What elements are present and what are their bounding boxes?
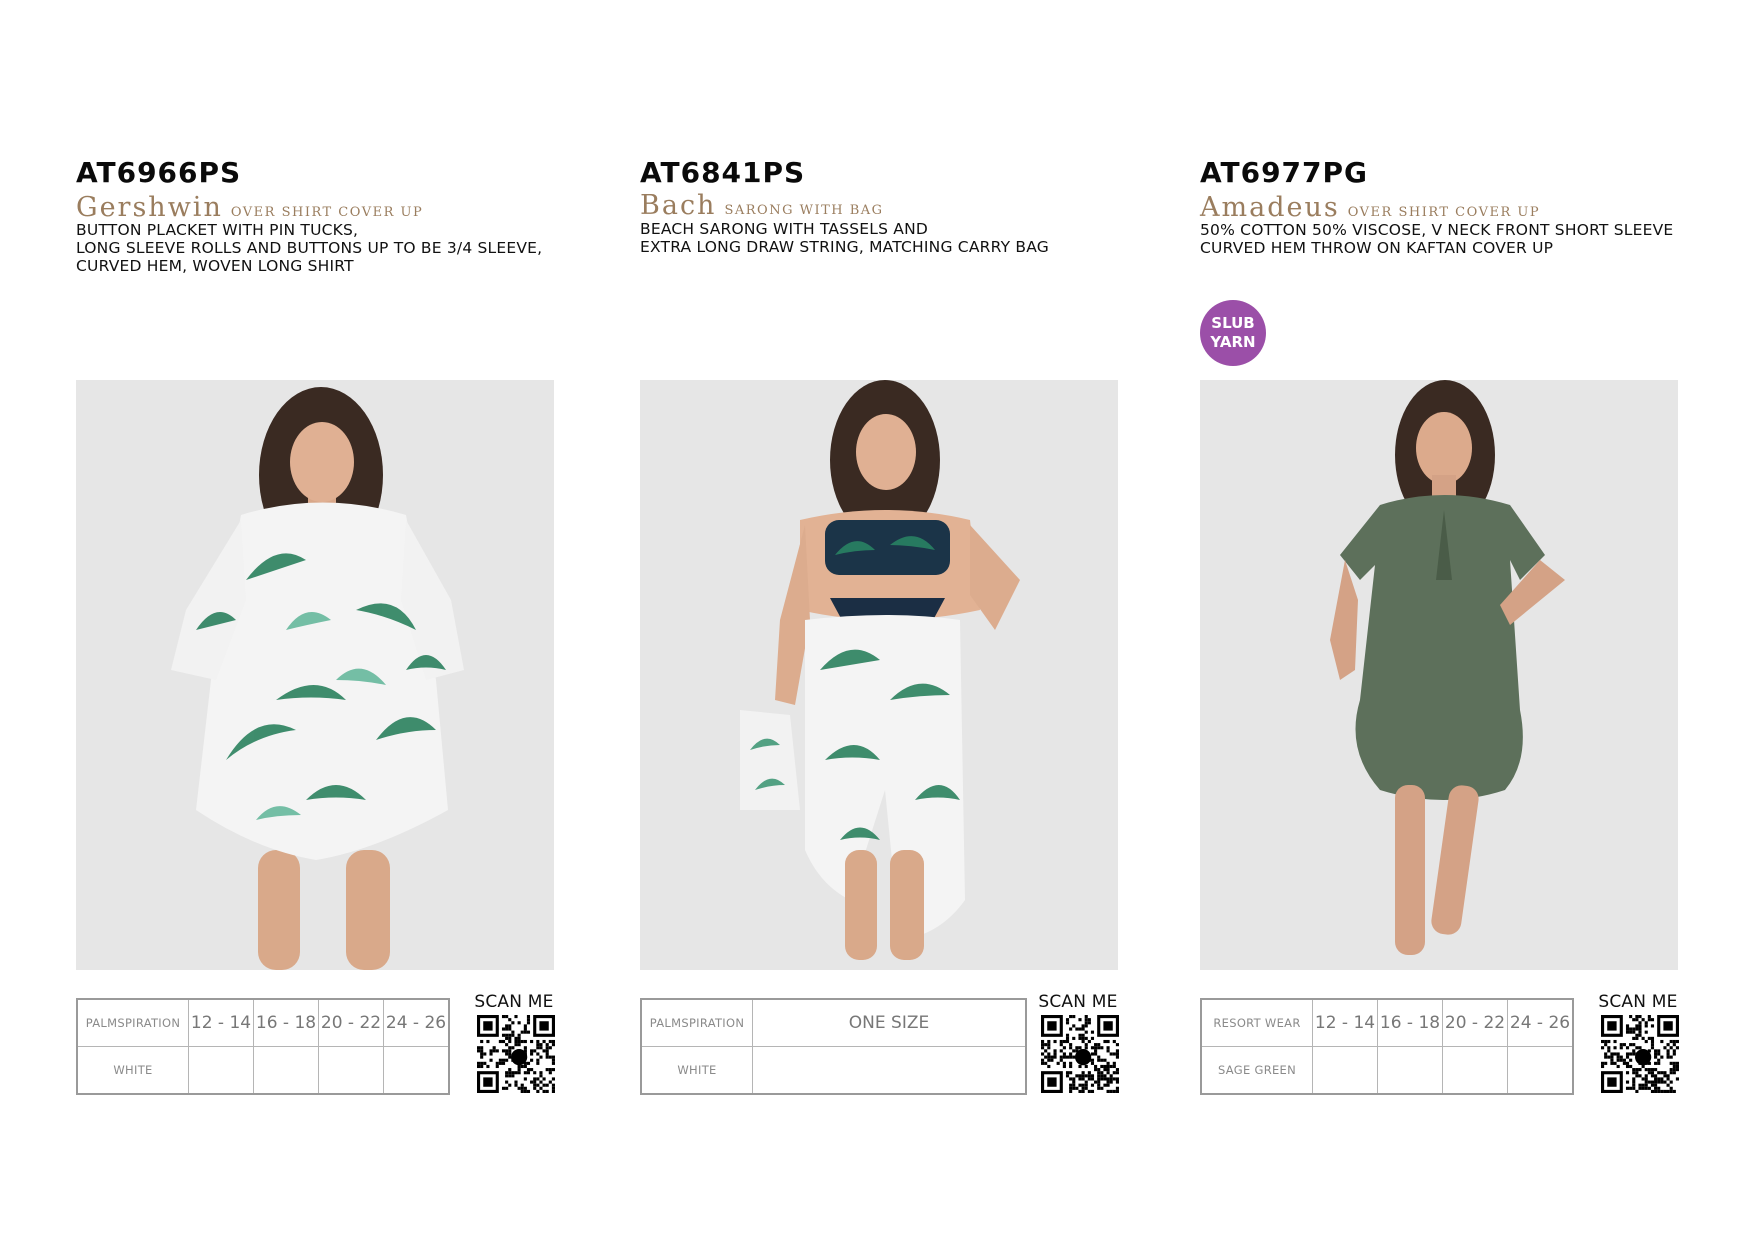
size-cell: 24 - 26 (383, 998, 450, 1047)
quantity-cell[interactable] (1442, 1046, 1508, 1095)
colour-cell: SAGE GREEN (1200, 1046, 1313, 1095)
product-name: Gershwin (76, 192, 223, 223)
product-code: AT6966PS (76, 156, 242, 189)
description-line: LONG SLEEVE ROLLS AND BUTTONS UP TO BE 3… (76, 239, 543, 257)
qr-code-icon[interactable] (476, 1015, 555, 1093)
description-line: 50% COTTON 50% VISCOSE, V NECK FRONT SHO… (1200, 221, 1674, 239)
product-photo (76, 380, 554, 970)
model-in-sarong-image (640, 380, 1118, 970)
print-name-cell: RESORT WEAR (1200, 998, 1313, 1047)
qr-code-icon[interactable] (1600, 1015, 1679, 1093)
quantity-cell[interactable] (1377, 1046, 1443, 1095)
product-name-line: Bach SARONG WITH BAG (640, 190, 884, 221)
size-cell: 20 - 22 (318, 998, 384, 1047)
product-code: AT6977PG (1200, 156, 1369, 189)
quantity-cell[interactable] (188, 1046, 254, 1095)
size-table: PALMSPIRATION ONE SIZE WHITE (640, 998, 1027, 1095)
size-cell: 12 - 14 (188, 998, 254, 1047)
product-photo (1200, 380, 1678, 970)
product-photo (640, 380, 1118, 970)
model-in-palm-shirt-image (76, 380, 554, 970)
quantity-cell[interactable] (1312, 1046, 1378, 1095)
model-in-sage-kaftan-image (1200, 380, 1678, 970)
scan-me-label: SCAN ME (474, 992, 554, 1012)
product-subtitle: OVER SHIRT COVER UP (230, 205, 424, 220)
product-card-at6966ps: AT6966PS Gershwin OVER SHIRT COVER UP BUT… (76, 0, 556, 1245)
product-name-line: Amadeus OVER SHIRT COVER UP (1200, 192, 1540, 223)
size-table: PALMSPIRATION 12 - 14 16 - 18 20 - 22 24… (76, 998, 450, 1095)
size-cell: 24 - 26 (1507, 998, 1574, 1047)
product-card-at6977pg: AT6977PG Amadeus OVER SHIRT COVER UP 50% … (1200, 0, 1680, 1245)
size-cell: 20 - 22 (1442, 998, 1508, 1047)
description-line: CURVED HEM THROW ON KAFTAN COVER UP (1200, 239, 1554, 257)
scan-me-label: SCAN ME (1038, 992, 1118, 1012)
product-card-at6841ps: AT6841PS Bach SARONG WITH BAG BEACH SARON… (640, 0, 1120, 1245)
product-code: AT6841PS (640, 156, 806, 189)
scan-me-block: SCAN ME (1036, 992, 1120, 1097)
product-description: 50% COTTON 50% VISCOSE, V NECK FRONT SHO… (1200, 221, 1680, 257)
size-cell: 12 - 14 (1312, 998, 1378, 1047)
product-name-line: Gershwin OVER SHIRT COVER UP (76, 192, 423, 223)
scan-me-block: SCAN ME (1596, 992, 1680, 1097)
slub-yarn-badge: SLUB YARN (1200, 300, 1266, 366)
qr-code-icon[interactable] (1040, 1015, 1119, 1093)
quantity-cell[interactable] (752, 1046, 1027, 1095)
product-name: Amadeus (1200, 192, 1340, 223)
quantity-cell[interactable] (383, 1046, 450, 1095)
description-line: BEACH SARONG WITH TASSELS AND (640, 220, 929, 238)
product-subtitle: OVER SHIRT COVER UP (1347, 205, 1541, 220)
print-name-cell: PALMSPIRATION (640, 998, 753, 1047)
quantity-cell[interactable] (318, 1046, 384, 1095)
description-line: BUTTON PLACKET WITH PIN TUCKS, (76, 221, 359, 239)
product-name: Bach (640, 190, 717, 221)
description-line: EXTRA LONG DRAW STRING, MATCHING CARRY B… (640, 238, 1049, 256)
scan-me-block: SCAN ME (472, 992, 556, 1097)
badge-line: SLUB (1211, 314, 1255, 332)
size-cell: 16 - 18 (253, 998, 319, 1047)
badge-line: YARN (1210, 333, 1256, 351)
description-line: CURVED HEM, WOVEN LONG SHIRT (76, 257, 354, 275)
scan-me-label: SCAN ME (1598, 992, 1678, 1012)
size-cell: 16 - 18 (1377, 998, 1443, 1047)
quantity-cell[interactable] (1507, 1046, 1574, 1095)
product-subtitle: SARONG WITH BAG (724, 203, 884, 218)
quantity-cell[interactable] (253, 1046, 319, 1095)
print-name-cell: PALMSPIRATION (76, 998, 189, 1047)
size-cell: ONE SIZE (752, 998, 1027, 1047)
colour-cell: WHITE (76, 1046, 189, 1095)
product-description: BUTTON PLACKET WITH PIN TUCKS, LONG SLEE… (76, 221, 556, 275)
colour-cell: WHITE (640, 1046, 753, 1095)
size-table: RESORT WEAR 12 - 14 16 - 18 20 - 22 24 -… (1200, 998, 1574, 1095)
product-description: BEACH SARONG WITH TASSELS AND EXTRA LONG… (640, 220, 1120, 256)
